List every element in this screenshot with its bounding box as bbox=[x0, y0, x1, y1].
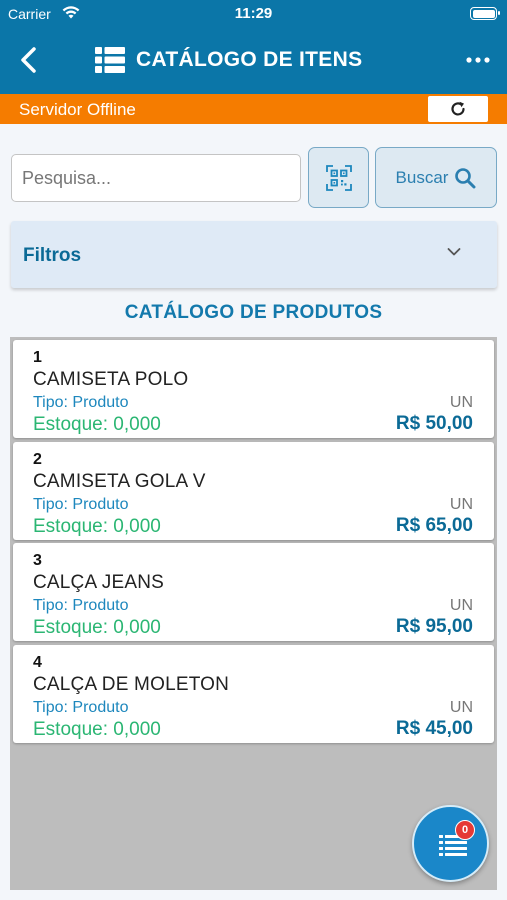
app-header: Carrier 11:29 CATÁLOGO DE ITENS bbox=[0, 0, 507, 97]
search-button[interactable]: Buscar bbox=[375, 147, 497, 208]
refresh-icon bbox=[451, 101, 465, 116]
product-number: 1 bbox=[33, 349, 42, 366]
product-card[interactable]: 4 CALÇA DE MOLETON Tipo: Produto UN Esto… bbox=[13, 645, 494, 743]
product-name: CALÇA JEANS bbox=[33, 572, 165, 593]
refresh-button[interactable] bbox=[428, 96, 488, 122]
chevron-down-icon bbox=[447, 248, 461, 256]
cart-count-badge: 0 bbox=[455, 820, 475, 840]
product-price: R$ 45,00 bbox=[395, 718, 473, 739]
list-icon bbox=[95, 47, 125, 73]
section-title: CATÁLOGO DE PRODUTOS bbox=[124, 302, 383, 323]
product-stock: Estoque: 0,000 bbox=[33, 414, 161, 435]
more-options-button[interactable] bbox=[465, 54, 491, 66]
search-button-label: Buscar bbox=[395, 167, 449, 187]
product-number: 2 bbox=[33, 451, 42, 468]
product-stock: Estoque: 0,000 bbox=[33, 516, 161, 537]
offline-status-text: Servidor Offline bbox=[19, 100, 136, 119]
product-stock: Estoque: 0,000 bbox=[33, 719, 161, 740]
filters-accordion[interactable]: Filtros bbox=[11, 221, 497, 288]
product-card[interactable]: 3 CALÇA JEANS Tipo: Produto UN Estoque: … bbox=[13, 543, 494, 641]
qr-code-scan-icon bbox=[325, 164, 352, 191]
product-name: CAMISETA GOLA V bbox=[33, 471, 206, 492]
product-unit: UN bbox=[449, 394, 473, 411]
product-type: Tipo: Produto bbox=[33, 699, 129, 716]
product-price: R$ 65,00 bbox=[395, 515, 473, 536]
product-unit: UN bbox=[449, 597, 473, 614]
product-unit: UN bbox=[449, 496, 473, 513]
product-name: CAMISETA POLO bbox=[33, 369, 189, 390]
product-number: 4 bbox=[33, 654, 42, 671]
search-input[interactable] bbox=[11, 154, 301, 202]
product-type: Tipo: Produto bbox=[33, 394, 129, 411]
product-type: Tipo: Produto bbox=[33, 597, 129, 614]
search-icon bbox=[455, 167, 476, 188]
product-number: 3 bbox=[33, 552, 42, 569]
status-bar: Carrier 11:29 bbox=[0, 0, 507, 28]
product-name: CALÇA DE MOLETON bbox=[33, 674, 230, 695]
status-time: 11:29 bbox=[234, 5, 273, 22]
filters-label: Filtros bbox=[23, 245, 82, 266]
product-card[interactable]: 2 CAMISETA GOLA V Tipo: Produto UN Estoq… bbox=[13, 442, 494, 540]
qr-scan-button[interactable] bbox=[308, 147, 369, 208]
cart-fab-button[interactable] bbox=[412, 805, 489, 882]
page-title: CATÁLOGO DE ITENS bbox=[136, 48, 363, 71]
product-price: R$ 50,00 bbox=[395, 413, 473, 434]
product-card[interactable]: 1 CAMISETA POLO Tipo: Produto UN Estoque… bbox=[13, 340, 494, 438]
product-type: Tipo: Produto bbox=[33, 496, 129, 513]
header-title-group: CATÁLOGO DE ITENS bbox=[95, 46, 362, 74]
back-button[interactable] bbox=[14, 44, 44, 76]
product-price: R$ 95,00 bbox=[395, 616, 473, 637]
battery-icon bbox=[470, 7, 500, 20]
product-stock: Estoque: 0,000 bbox=[33, 617, 161, 638]
product-unit: UN bbox=[449, 699, 473, 716]
